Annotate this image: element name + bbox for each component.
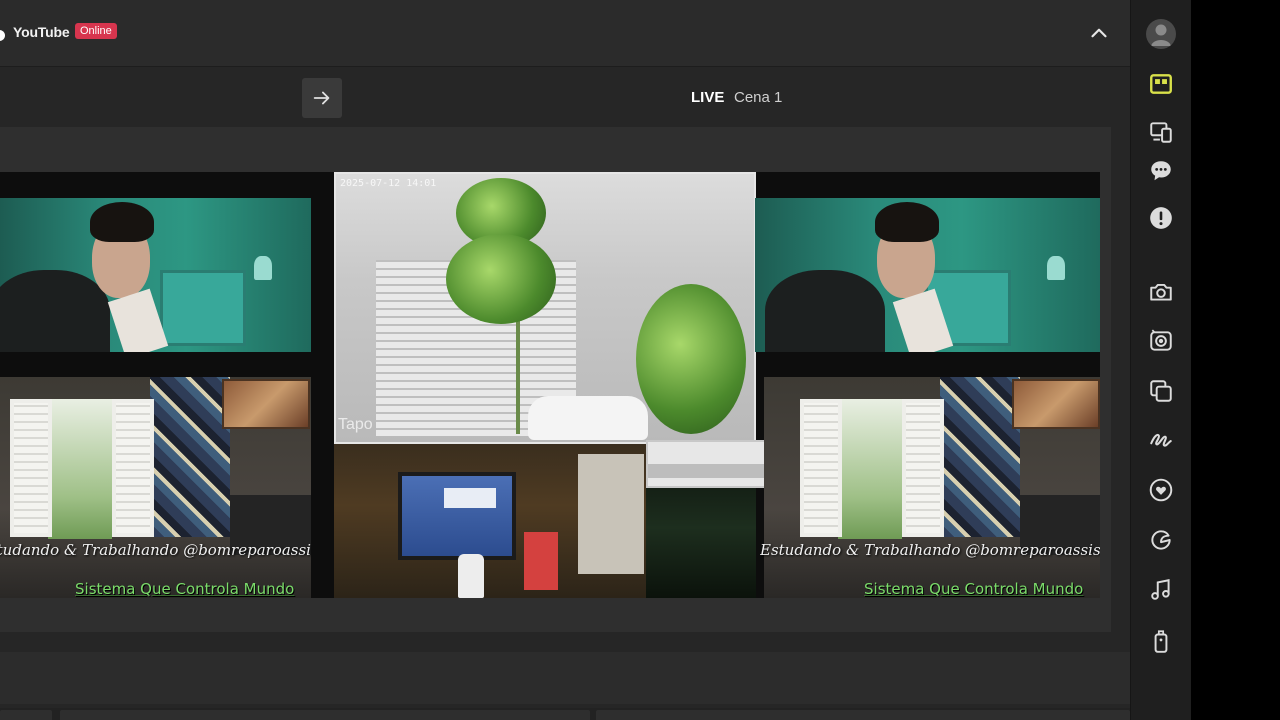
person-body: [765, 270, 885, 352]
lower-panel: [0, 652, 1130, 704]
scenes-layout-icon[interactable]: [1147, 70, 1175, 98]
video-source-room-left[interactable]: [0, 377, 311, 598]
desk-monitor: [398, 472, 516, 560]
box-shape: [524, 532, 558, 590]
overlay-caption-green-left: Sistema Que Controla Mundo: [75, 580, 295, 598]
graffiti-wall: [940, 377, 1020, 537]
window-left: [10, 399, 52, 537]
window-capture-dialog: [646, 440, 766, 488]
overlay-caption-script-left: Estudando & Trabalhando @bomreparoassist…: [0, 541, 311, 559]
window-right: [112, 399, 154, 537]
bottle-shape: [458, 554, 484, 598]
lamp-shape: [1047, 256, 1065, 280]
alert-icon[interactable]: [1147, 204, 1175, 232]
plant-leaves-right: [636, 284, 746, 434]
record-camera-icon[interactable]: [1147, 327, 1175, 355]
overlay-caption-script-right: Estudando & Trabalhando @bomreparoassist…: [760, 541, 1100, 559]
layers-icon[interactable]: [1147, 377, 1175, 405]
scene-name: Cena 1: [734, 89, 783, 106]
shelf-shape: [578, 454, 644, 574]
car-shape: [528, 396, 648, 440]
bottom-tab[interactable]: [60, 710, 590, 720]
heart-badge-icon[interactable]: [1147, 476, 1175, 504]
video-source-room-right[interactable]: [764, 377, 1100, 598]
status-badge: Online: [75, 23, 117, 39]
window-view: [48, 399, 112, 539]
video-source-desk[interactable]: [334, 444, 646, 598]
video-source-office-left[interactable]: [0, 198, 311, 352]
user-avatar-icon[interactable]: [1146, 19, 1176, 49]
graffiti-wall: [150, 377, 230, 537]
right-sidebar: [1130, 0, 1191, 720]
youtube-logo-icon: [0, 30, 5, 41]
sticker-icon[interactable]: [1147, 526, 1175, 554]
arrow-right-icon: [313, 91, 330, 105]
collapse-button[interactable]: [1086, 20, 1112, 46]
remote-icon[interactable]: [1147, 627, 1175, 655]
camera-icon[interactable]: [1147, 278, 1175, 306]
draw-icon[interactable]: [1147, 426, 1175, 454]
platform-name: YouTube: [13, 24, 70, 40]
music-icon[interactable]: [1147, 576, 1175, 604]
transition-button[interactable]: [302, 78, 342, 118]
bottom-tab[interactable]: [0, 710, 52, 720]
window-right: [902, 399, 944, 537]
overlay-caption-green-right: Sistema Que Controla Mundo: [864, 580, 1084, 598]
camera-timestamp: 2025-07-12 14:01: [340, 178, 437, 189]
chat-icon[interactable]: [1147, 157, 1175, 185]
window-left: [800, 399, 842, 537]
wall-picture: [1012, 379, 1100, 429]
video-source-camera[interactable]: 2025-07-12 14:01 Tapo: [334, 172, 756, 444]
person-hair: [875, 202, 939, 242]
devices-icon[interactable]: [1147, 118, 1175, 146]
lamp-shape: [254, 256, 272, 280]
window-view: [838, 399, 902, 539]
bottom-panel-tabs: [0, 708, 1130, 720]
chevron-up-icon: [1091, 28, 1107, 38]
plant-leaves-mid: [446, 234, 556, 324]
camera-logo-text: Tapo: [338, 416, 373, 433]
live-label: LIVE: [691, 89, 725, 106]
live-scene-canvas[interactable]: Estudando & Trabalhando @bomreparoassist…: [0, 172, 1100, 598]
video-source-office-right[interactable]: [755, 198, 1100, 352]
monitor-shape: [160, 270, 246, 346]
wall-picture: [222, 379, 310, 429]
person-body: [0, 270, 110, 352]
bottom-tab[interactable]: [596, 710, 1130, 720]
studio-app: YouTube Online LIVE Cena 1 Estud: [0, 0, 1130, 720]
dialog-bar: [648, 464, 764, 478]
person-hair: [90, 202, 154, 242]
top-bar: YouTube Online: [0, 0, 1130, 67]
desk-monitor-ui: [444, 488, 496, 508]
